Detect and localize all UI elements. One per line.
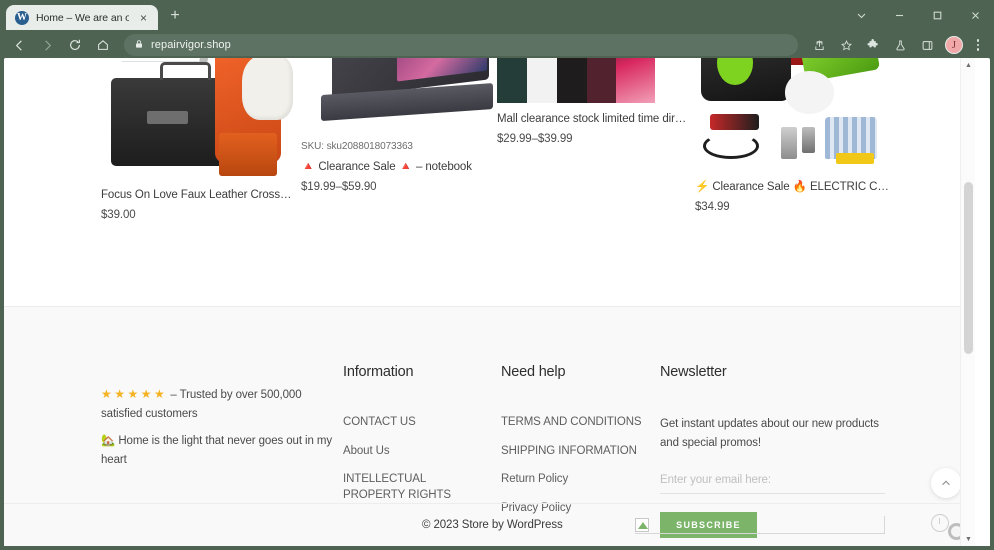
kit-socket-icon	[781, 126, 797, 160]
drill-battery-icon	[218, 133, 278, 176]
puzzle-icon[interactable]	[860, 32, 886, 58]
page-viewport: Focus On Love Faux Leather Crossb… $39.0…	[4, 58, 990, 546]
kebab-menu-icon[interactable]	[968, 32, 988, 58]
maximize-icon[interactable]	[918, 0, 956, 30]
product-title[interactable]: Focus On Love Faux Leather Crossb…	[101, 189, 297, 201]
newsletter-heading: Newsletter	[660, 364, 727, 380]
toolbar-actions: J	[806, 32, 988, 58]
site-footer: ★★★★★ – Trusted by over 500,000 satisfie…	[4, 306, 975, 546]
tab-strip: W Home – We are an online retail × +	[0, 0, 994, 30]
product-card[interactable]: ⚡ Clearance Sale 🔥 ELECTRIC CA… $34.99	[695, 58, 891, 213]
footer-heading: Need help	[501, 364, 566, 380]
copyright-text: © 2023 Store by WordPress	[422, 519, 563, 531]
footer-link-ip-rights[interactable]: INTELLECTUAL PROPERTY RIGHTS	[343, 472, 468, 503]
product-image[interactable]	[301, 58, 497, 131]
web-page: Focus On Love Faux Leather Crossb… $39.0…	[4, 58, 975, 546]
orange-drill-illustration	[101, 58, 297, 179]
flask-icon[interactable]	[887, 32, 913, 58]
footer-link-return-policy[interactable]: Return Policy	[501, 472, 651, 488]
kit-yellow-part-icon	[836, 152, 874, 165]
swatch-black	[556, 58, 587, 103]
product-card[interactable]: SKU: sku2088018073363 🔺 Clearance Sale 🔺…	[301, 58, 497, 193]
back-icon[interactable]	[6, 32, 32, 58]
page-scrollbar[interactable]: ▲ ▼	[960, 58, 975, 546]
swatch-white	[526, 58, 557, 103]
footer-link-shipping[interactable]: SHIPPING INFORMATION	[501, 444, 651, 460]
product-image[interactable]	[695, 58, 883, 169]
product-price: $34.99	[695, 201, 730, 213]
browser-window: W Home – We are an online retail × +	[0, 0, 994, 550]
color-swatch-illustration	[497, 58, 685, 103]
close-icon[interactable]	[956, 0, 994, 30]
product-price: $19.99–$59.90	[301, 181, 377, 193]
footer-bottom-bar: © 2023 Store by WordPress	[4, 503, 975, 546]
product-image[interactable]	[101, 58, 297, 179]
tool-case-icon	[110, 77, 225, 166]
newsletter-description: Get instant updates about our new produc…	[660, 418, 879, 449]
scrollbar-down-arrow[interactable]: ▼	[961, 532, 976, 546]
product-title[interactable]: ⚡ Clearance Sale 🔥 ELECTRIC CA…	[695, 179, 891, 193]
avatar-initial: J	[945, 36, 963, 54]
swatch-blank	[655, 58, 685, 103]
kit-socket2-icon	[802, 126, 816, 153]
newsletter-email-input[interactable]	[660, 466, 885, 495]
scrollbar-up-arrow[interactable]: ▲	[961, 58, 976, 72]
product-price: $39.00	[101, 209, 136, 221]
swatch-maroon	[586, 58, 617, 103]
share-icon[interactable]	[806, 32, 832, 58]
laptop-illustration	[301, 58, 497, 131]
footer-trust-block: ★★★★★ – Trusted by over 500,000 satisfie…	[101, 385, 336, 470]
split-panel-icon[interactable]	[914, 32, 940, 58]
wordpress-icon: W	[15, 10, 29, 25]
product-sku: SKU: sku2088018073363	[301, 141, 413, 152]
product-price: $29.99–$39.99	[497, 133, 573, 145]
broken-image-icon	[635, 517, 649, 532]
footer-column-information: Information CONTACT US About Us INTELLEC…	[343, 364, 483, 516]
trust-rating-line: ★★★★★ – Trusted by over 500,000 satisfie…	[101, 385, 336, 423]
kit-pump-body-icon	[700, 58, 791, 101]
product-card[interactable]: Focus On Love Faux Leather Crossb… $39.0…	[101, 58, 297, 221]
chevron-up-icon	[942, 480, 950, 486]
footer-tagline: 🏡 Home is the light that never goes out …	[101, 435, 332, 466]
star-rating-icon: ★★★★★	[101, 387, 168, 401]
kit-white-part-icon	[785, 71, 835, 114]
kit-clamp-icon	[710, 113, 759, 130]
product-title[interactable]: Mall clearance stock limited time dir…	[497, 113, 693, 125]
reload-icon[interactable]	[62, 32, 88, 58]
new-tab-button[interactable]: +	[162, 3, 188, 29]
tab-title: Home – We are an online retail	[36, 11, 129, 24]
footer-link-about-us[interactable]: About Us	[343, 444, 483, 460]
lock-icon	[134, 36, 144, 54]
star-icon[interactable]	[833, 32, 859, 58]
window-controls	[842, 0, 994, 30]
home-icon[interactable]	[90, 32, 116, 58]
scrollbar-thumb[interactable]	[964, 182, 973, 354]
close-icon[interactable]: ×	[136, 10, 151, 25]
product-image[interactable]	[497, 58, 685, 103]
browser-toolbar: repairvigor.shop J	[0, 30, 994, 60]
chevron-down-icon[interactable]	[842, 0, 880, 30]
product-title[interactable]: 🔺 Clearance Sale 🔺 – notebook	[301, 159, 497, 173]
kit-cable-icon	[702, 133, 759, 160]
address-bar[interactable]: repairvigor.shop	[124, 34, 798, 56]
avatar[interactable]: J	[941, 32, 967, 58]
product-card[interactable]: Mall clearance stock limited time dir… $…	[497, 58, 693, 145]
footer-columns: ★★★★★ – Trusted by over 500,000 satisfie…	[4, 307, 975, 539]
product-grid: Focus On Love Faux Leather Crossb… $39.0…	[4, 58, 975, 248]
footer-link-contact-us[interactable]: CONTACT US	[343, 415, 483, 431]
electric-car-kit-illustration	[695, 58, 883, 169]
browser-tab[interactable]: W Home – We are an online retail ×	[6, 5, 158, 30]
glove-icon	[242, 58, 294, 121]
case-handle-icon	[159, 61, 211, 80]
scroll-to-top-button[interactable]	[931, 468, 961, 498]
broken-image-placeholder	[635, 516, 885, 534]
footer-heading: Information	[343, 364, 414, 380]
clock-icon	[931, 514, 949, 532]
url-text: repairvigor.shop	[151, 39, 231, 51]
footer-link-terms[interactable]: TERMS AND CONDITIONS	[501, 415, 651, 431]
phone-photo	[616, 58, 656, 103]
swatch-teal	[497, 58, 527, 103]
forward-icon	[34, 32, 60, 58]
minimize-icon[interactable]	[880, 0, 918, 30]
